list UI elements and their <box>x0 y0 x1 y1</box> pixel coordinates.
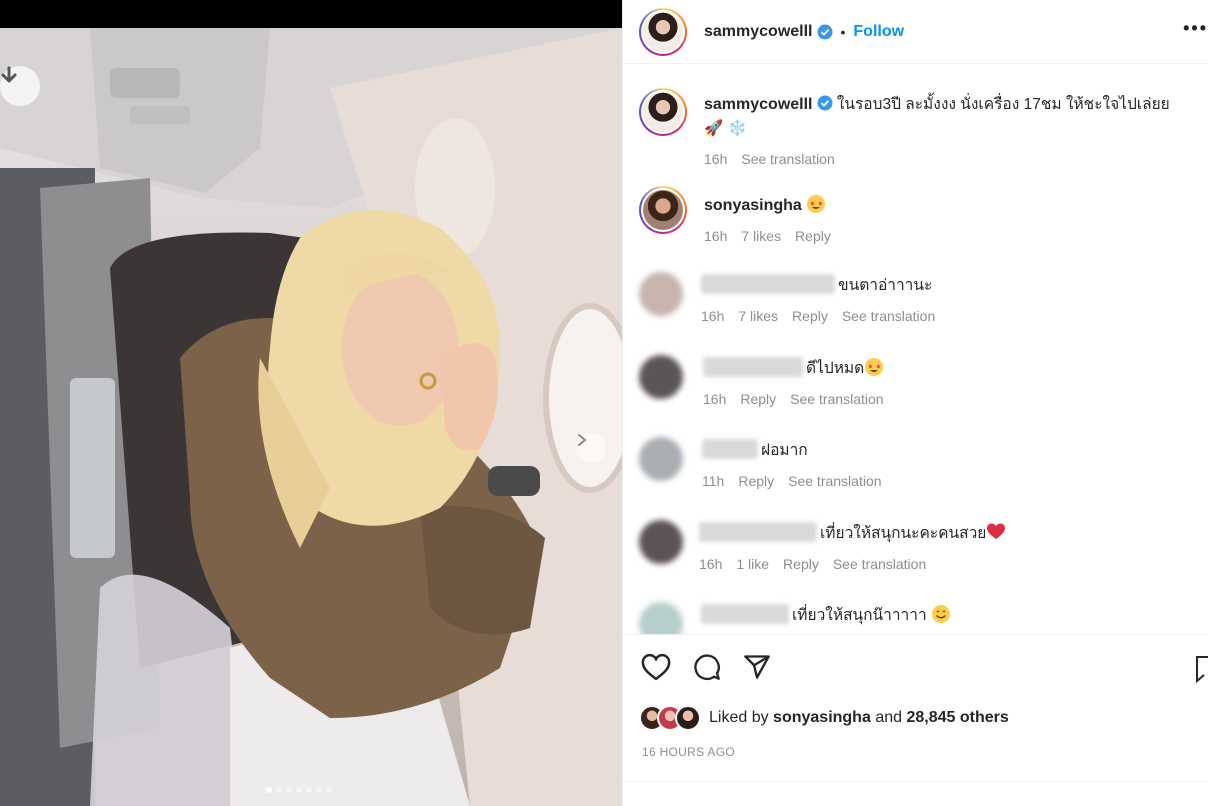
reply-button[interactable]: Reply <box>795 224 831 248</box>
comment-avatar[interactable] <box>639 602 683 634</box>
carousel-dots <box>266 787 332 793</box>
comment-time[interactable]: 16h <box>703 387 726 411</box>
comment-time[interactable]: 11h <box>702 469 724 493</box>
download-icon[interactable] <box>0 66 40 106</box>
post-timestamp[interactable]: 16 HOURS AGO <box>642 745 735 759</box>
comment-row: เที่ยวให้สนุกน๊าาาาา <box>639 602 951 634</box>
comment-text: เที่ยวให้สนุกนะคะคนสวย <box>820 525 987 542</box>
star-struck-emoji <box>864 357 884 377</box>
comment-text: เที่ยวให้สนุกน๊าาาาา <box>792 607 927 624</box>
smiling-emoji <box>931 604 951 624</box>
liked-prefix: Liked by <box>709 709 769 726</box>
comments-list[interactable]: sammycowelll ในรอบ3ปี ละมั้งงง นั่งเครื่… <box>623 64 1208 634</box>
avatar <box>675 705 701 731</box>
bookmark-icon[interactable] <box>1195 655 1208 683</box>
carousel-dot[interactable] <box>326 787 332 793</box>
post-actions: Liked by sonyasingha and 28,845 others 1… <box>623 634 1208 806</box>
verified-icon <box>817 95 832 111</box>
liked-user-link[interactable]: sonyasingha <box>773 709 871 726</box>
post-photo[interactable] <box>0 28 622 806</box>
reply-button[interactable]: Reply <box>792 304 828 328</box>
comment-avatar[interactable] <box>639 437 683 481</box>
reply-button[interactable]: Reply <box>738 469 774 493</box>
blurred-username[interactable] <box>701 274 835 294</box>
comment-text: ขนตาอ่าาานะ <box>838 277 933 294</box>
add-comment-bar[interactable] <box>623 781 1208 806</box>
liked-and: and <box>875 709 903 726</box>
caption-time[interactable]: 16h <box>704 147 727 171</box>
see-translation-link[interactable]: See translation <box>833 552 926 576</box>
carousel-dot[interactable] <box>276 787 282 793</box>
carousel-dot[interactable] <box>306 787 312 793</box>
author-avatar[interactable] <box>639 7 687 56</box>
star-struck-emoji <box>806 194 826 214</box>
caption-avatar[interactable] <box>639 88 687 136</box>
comment-row: ดีไปหมด 16h Reply See translation <box>639 355 884 411</box>
comment-time[interactable]: 16h <box>699 552 722 576</box>
comment-likes[interactable]: 1 like <box>736 552 769 576</box>
author-username[interactable]: sammycowelll <box>704 23 813 41</box>
comment-text: ฝอมาก <box>761 442 808 459</box>
reply-button[interactable]: Reply <box>783 552 819 576</box>
see-translation-link[interactable]: See translation <box>842 304 935 328</box>
liked-avatars <box>639 705 701 731</box>
comment-avatar[interactable] <box>639 186 687 234</box>
comment-text: ดีไปหมด <box>806 360 865 377</box>
comment-likes[interactable]: 7 likes <box>741 224 781 248</box>
comment-time[interactable]: 16h <box>704 224 727 248</box>
red-heart-emoji <box>986 522 1006 542</box>
blurred-username[interactable] <box>703 357 803 377</box>
post-sidebar: sammycowelll • Follow ••• sammycowelll ใ… <box>622 0 1208 806</box>
comment-avatar[interactable] <box>639 272 683 316</box>
heart-icon[interactable] <box>641 653 671 681</box>
more-options-icon[interactable]: ••• <box>1183 18 1208 39</box>
comment-likes[interactable]: 7 likes <box>738 304 778 328</box>
carousel-dot[interactable] <box>286 787 292 793</box>
caption-row: sammycowelll ในรอบ3ปี ละมั้งงง นั่งเครื่… <box>639 88 1204 171</box>
post-header: sammycowelll • Follow ••• <box>623 0 1208 64</box>
liked-count-link[interactable]: 28,845 others <box>906 709 1008 726</box>
carousel-dot[interactable] <box>316 787 322 793</box>
blurred-username[interactable] <box>701 604 789 624</box>
blurred-username[interactable] <box>699 522 817 542</box>
next-icon[interactable] <box>576 433 606 463</box>
comment-row: sonyasingha 16h 7 likes Reply <box>639 186 831 248</box>
reply-button[interactable]: Reply <box>740 387 776 411</box>
see-translation-link[interactable]: See translation <box>741 147 834 171</box>
header-separator: • <box>840 23 846 40</box>
comment-row: เที่ยวให้สนุกนะคะคนสวย 16h 1 like Reply … <box>639 520 1006 576</box>
comment-icon[interactable] <box>693 653 721 681</box>
comment-time[interactable]: 16h <box>701 304 724 328</box>
see-translation-link[interactable]: See translation <box>790 387 883 411</box>
comment-row: ขนตาอ่าาานะ 16h 7 likes Reply See transl… <box>639 272 935 328</box>
carousel-dot[interactable] <box>266 787 272 793</box>
snowflake-emoji: ❄️ <box>727 120 747 137</box>
share-icon[interactable] <box>743 653 771 681</box>
likes-summary[interactable]: Liked by sonyasingha and 28,845 others <box>639 705 1009 731</box>
follow-button[interactable]: Follow <box>853 23 904 41</box>
blurred-username[interactable] <box>702 439 758 459</box>
comment-avatar[interactable] <box>639 355 683 399</box>
rocket-emoji: 🚀 <box>704 120 724 137</box>
see-translation-link[interactable]: See translation <box>788 469 881 493</box>
post-media[interactable] <box>0 0 622 806</box>
comment-avatar[interactable] <box>639 520 683 564</box>
comment-username[interactable]: sonyasingha <box>704 197 802 214</box>
caption-text: ในรอบ3ปี ละมั้งงง นั่งเครื่อง 17ชม ให้ชะ… <box>836 96 1170 113</box>
carousel-dot[interactable] <box>296 787 302 793</box>
caption-username[interactable]: sammycowelll <box>704 96 813 113</box>
comment-row: ฝอมาก 11h Reply See translation <box>639 437 882 493</box>
verified-icon <box>817 24 832 39</box>
photo-illustration <box>0 28 622 806</box>
